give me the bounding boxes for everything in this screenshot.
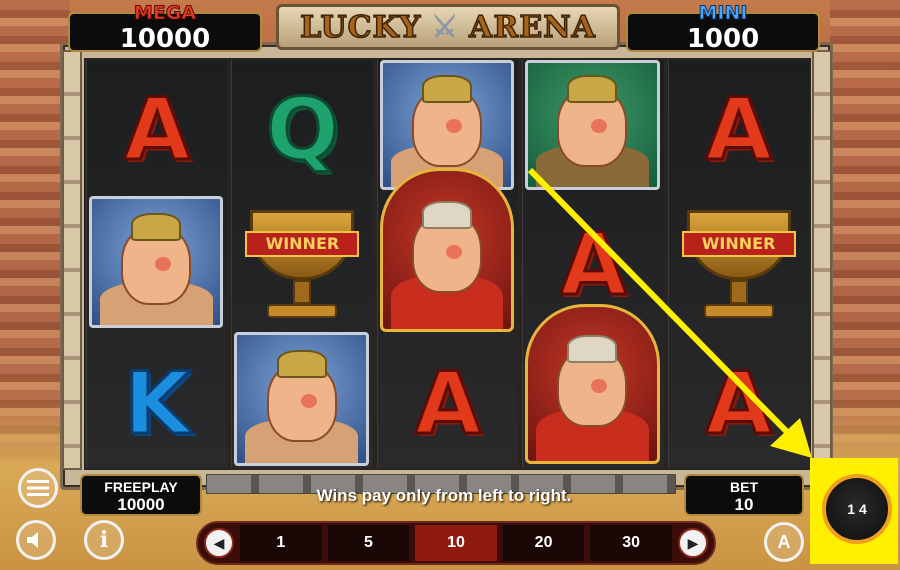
caesar-face (411, 201, 482, 294)
trophy-base (703, 304, 774, 318)
autoplay-icon: A (777, 531, 791, 552)
letter-a-symbol: A (413, 354, 483, 454)
hamburger-icon (27, 480, 49, 496)
bet-option[interactable]: 20 (502, 525, 585, 561)
mega-label: MEGA (133, 2, 197, 25)
reel-grid: A K Q WINNER A A A WINNER A (84, 58, 811, 470)
trophy-cup: WINNER (245, 210, 360, 280)
game-logo: LUCKY ⚔ ARENA (276, 4, 620, 50)
freeplay-value: 10000 (117, 495, 165, 514)
bet-label: BET (730, 479, 758, 495)
spin-icon: 1 4 (847, 501, 867, 517)
bet-next-button[interactable]: ▶ (677, 528, 708, 558)
bet-option[interactable]: 30 (590, 525, 672, 561)
letter-a-symbol: A (704, 80, 774, 180)
caesar-face (557, 335, 628, 428)
bet-value: 10 (734, 495, 754, 514)
bet-option[interactable]: 5 (327, 525, 410, 561)
trophy-base (267, 304, 338, 318)
trophy-label: WINNER (681, 231, 796, 257)
info-icon: i (99, 527, 109, 553)
logo-word-lucky: LUCKY (299, 9, 422, 46)
bet-option-selected[interactable]: 10 (415, 525, 497, 561)
bet-prev-button[interactable]: ◀ (204, 528, 234, 558)
menu-button[interactable] (18, 468, 58, 508)
crossed-swords-icon: ⚔ (431, 9, 460, 45)
bet-option[interactable]: 1 (240, 525, 322, 561)
symbol-a: A (378, 344, 518, 464)
trophy-label: WINNER (245, 231, 360, 257)
mini-value: 1000 (686, 24, 760, 54)
warrior-symbol (525, 60, 660, 190)
trophy-stem (729, 280, 748, 304)
symbol-a: A (669, 70, 809, 190)
pillar-left (62, 50, 82, 470)
mega-value: 10000 (119, 24, 211, 54)
autoplay-button[interactable]: A (764, 522, 804, 562)
reel-2: Q WINNER (231, 60, 373, 468)
bet-display: BET 10 (684, 474, 804, 516)
speaker-icon (27, 532, 38, 548)
letter-a-symbol: A (704, 354, 774, 454)
symbol-a: A (669, 344, 809, 464)
pillar-right (812, 50, 832, 470)
warrior-face (557, 75, 628, 168)
arrow-right-icon: ▶ (687, 534, 699, 551)
letter-q-symbol: Q (265, 80, 341, 180)
symbol-k: K (87, 344, 227, 464)
info-button[interactable]: i (84, 520, 124, 560)
bet-selector: ◀ 1 5 10 20 30 ▶ (196, 521, 716, 565)
gladiator-face (121, 212, 192, 305)
gladiator-face (266, 349, 337, 442)
caesar-symbol (525, 304, 660, 464)
gladiator-face (411, 75, 482, 168)
winner-trophy-symbol: WINNER (681, 210, 796, 318)
spin-button[interactable]: 1 4 (822, 474, 892, 544)
symbol-q: Q (232, 70, 372, 190)
freeplay-label: FREEPLAY (104, 479, 178, 495)
winner-trophy-symbol: WINNER (245, 210, 360, 318)
mini-label: MINI (698, 2, 748, 25)
freeplay-balance: FREEPLAY 10000 (80, 474, 202, 516)
symbol-a: A (87, 70, 227, 190)
paytable-message: Wins pay only from left to right. (316, 486, 572, 505)
trophy-stem (293, 280, 312, 304)
reel-1: A K (86, 60, 228, 468)
letter-a-symbol: A (559, 215, 629, 315)
caesar-symbol (379, 168, 515, 332)
letter-a-symbol: A (122, 80, 192, 180)
trophy-cup: WINNER (681, 210, 796, 280)
arrow-left-icon: ◀ (213, 534, 225, 551)
reel-5: A WINNER A (667, 60, 809, 468)
sound-button[interactable] (16, 520, 56, 560)
reel-3: A (376, 60, 519, 468)
mini-jackpot: MINI 1000 (626, 2, 820, 54)
gladiator-symbol (89, 196, 224, 328)
logo-word-arena: ARENA (468, 9, 596, 46)
mega-jackpot: MEGA 10000 (68, 2, 262, 54)
letter-k-symbol: K (122, 354, 192, 454)
reel-4: A (522, 60, 664, 468)
gladiator-symbol (234, 332, 369, 466)
